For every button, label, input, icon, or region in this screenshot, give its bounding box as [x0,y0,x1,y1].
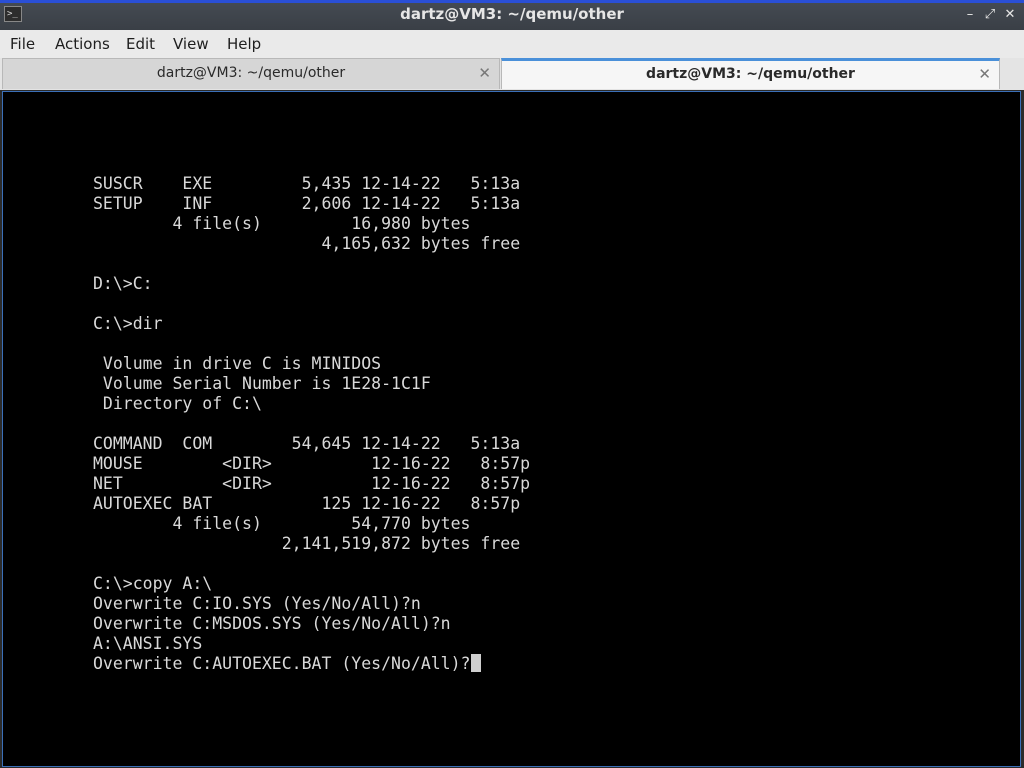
menu-view[interactable]: View [173,35,209,53]
tab-label: dartz@VM3: ~/qemu/other [646,66,855,82]
terminal-output: SUSCR EXE 5,435 12-14-22 5:13a SETUP INF… [93,174,530,674]
terminal-history: SUSCR EXE 5,435 12-14-22 5:13a SETUP INF… [93,174,531,653]
tab-terminal-1[interactable]: dartz@VM3: ~/qemu/other ✕ [2,58,500,89]
menu-actions[interactable]: Actions [55,35,110,53]
terminal-view[interactable]: SUSCR EXE 5,435 12-14-22 5:13a SETUP INF… [2,91,1021,767]
title-bar[interactable]: >_ dartz@VM3: ~/qemu/other – ⤢ ✕ [0,0,1024,30]
tab-bar: dartz@VM3: ~/qemu/other ✕ dartz@VM3: ~/q… [0,58,1024,90]
menu-help[interactable]: Help [227,35,261,53]
tab-close-icon[interactable]: ✕ [478,59,491,87]
close-window-icon[interactable]: ✕ [1002,6,1018,24]
tab-close-icon[interactable]: ✕ [978,61,991,87]
prompt-text: Overwrite C:AUTOEXEC.BAT (Yes/No/All)? [93,654,471,673]
text-cursor [470,654,481,672]
maximize-icon[interactable]: ⤢ [982,6,998,24]
minimize-icon[interactable]: – [962,6,978,24]
window-title: dartz@VM3: ~/qemu/other [400,5,624,23]
menu-file[interactable]: File [10,35,35,53]
terminal-prompt-line[interactable]: Overwrite C:AUTOEXEC.BAT (Yes/No/All)? [93,654,530,674]
tab-terminal-2[interactable]: dartz@VM3: ~/qemu/other ✕ [501,58,1000,89]
menu-bar: File Actions Edit View Help [0,30,1024,58]
tab-label: dartz@VM3: ~/qemu/other [156,65,346,81]
menu-edit[interactable]: Edit [126,35,155,53]
